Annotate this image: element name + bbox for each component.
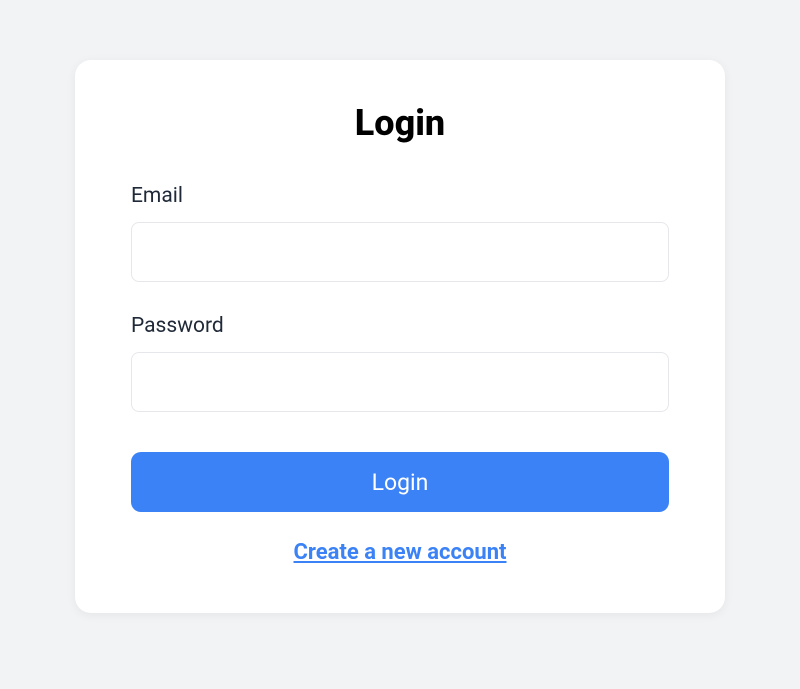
login-button[interactable]: Login — [131, 452, 669, 512]
email-label: Email — [131, 184, 669, 208]
password-label: Password — [131, 314, 669, 338]
email-field[interactable] — [131, 222, 669, 282]
create-account-link[interactable]: Create a new account — [294, 540, 507, 565]
password-field[interactable] — [131, 352, 669, 412]
email-form-group: Email — [131, 184, 669, 282]
page-title: Login — [131, 102, 669, 144]
create-account-container: Create a new account — [131, 540, 669, 565]
password-form-group: Password — [131, 314, 669, 412]
login-card: Login Email Password Login Create a new … — [75, 60, 725, 613]
